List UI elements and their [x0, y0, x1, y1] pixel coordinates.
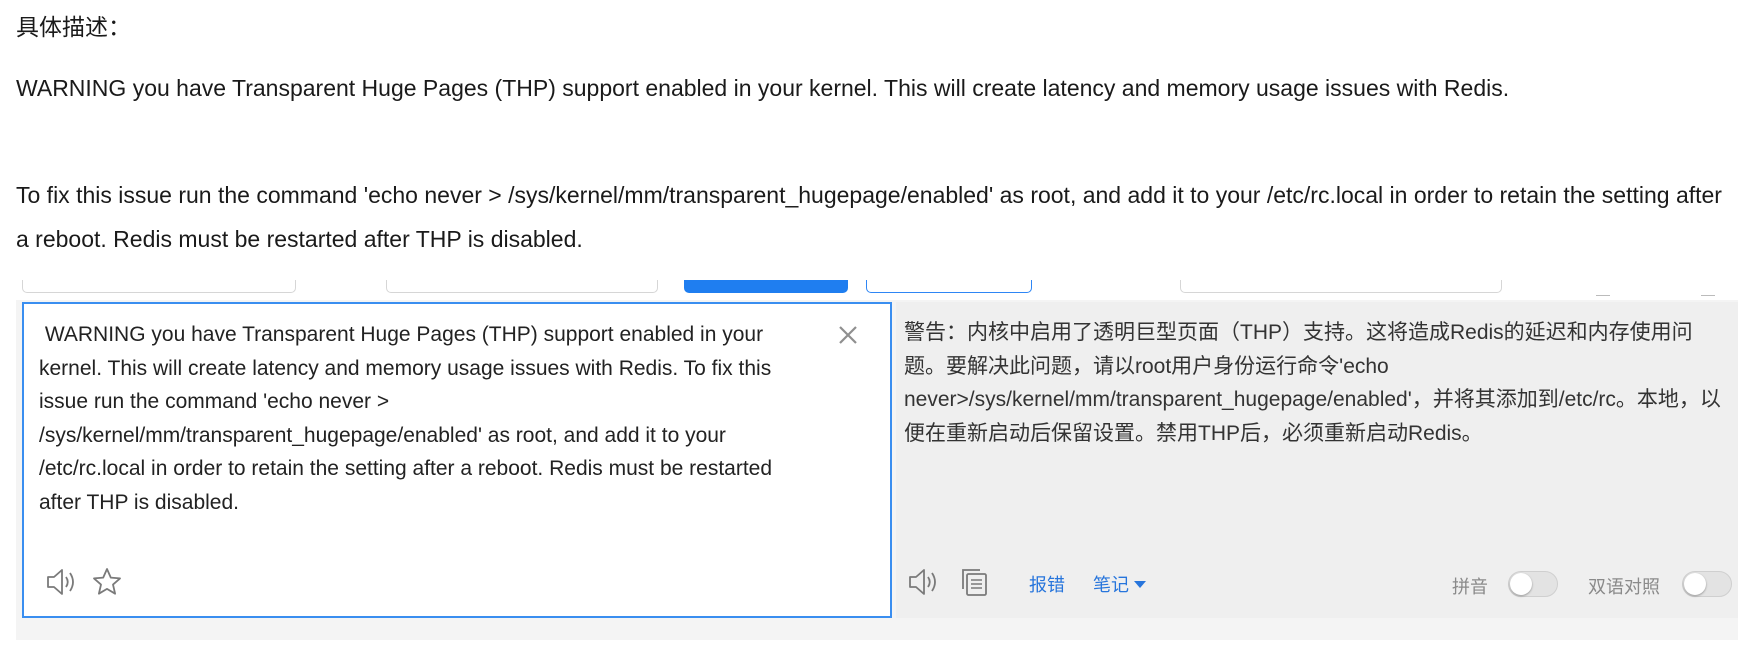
tab-2[interactable] — [386, 280, 658, 293]
copy-icon[interactable] — [958, 565, 992, 599]
pinyin-toggle-knob — [1510, 573, 1532, 595]
caret-down-icon — [1134, 581, 1146, 588]
description-label: 具体描述： — [16, 14, 131, 40]
tab-4[interactable] — [866, 280, 1032, 293]
star-icon[interactable] — [90, 565, 124, 599]
source-text-area[interactable]: WARNING you have Transparent Huge Pages … — [22, 302, 892, 618]
close-icon[interactable] — [837, 324, 859, 346]
bilingual-toggle[interactable] — [1682, 571, 1732, 597]
tab-1[interactable] — [22, 280, 296, 293]
toolbar-mark-1 — [1596, 285, 1610, 296]
bilingual-toggle-knob — [1684, 573, 1706, 595]
translation-pane: 警告：内核中启用了透明巨型页面（THP）支持。这将造成Redis的延迟和内存使用… — [896, 302, 1738, 618]
warning-paragraph: WARNING you have Transparent Huge Pages … — [16, 75, 1510, 101]
tab-5[interactable] — [1180, 280, 1502, 293]
toolbar-strip — [16, 280, 1738, 300]
report-error-button[interactable]: 报错 — [1029, 571, 1065, 597]
notes-label: 笔记 — [1093, 575, 1129, 595]
fix-paragraph: To fix this issue run the command 'echo … — [16, 182, 1722, 252]
bilingual-label: 双语对照 — [1588, 577, 1660, 597]
speaker-icon[interactable] — [44, 565, 78, 599]
notes-dropdown-button[interactable]: 笔记 — [1093, 571, 1146, 597]
translator-widget: WARNING you have Transparent Huge Pages … — [16, 280, 1738, 640]
toolbar-mark-2 — [1701, 285, 1715, 296]
source-text[interactable]: WARNING you have Transparent Huge Pages … — [39, 318, 817, 519]
pinyin-toggle[interactable] — [1508, 571, 1558, 597]
tab-active[interactable] — [684, 280, 848, 293]
translation-text: 警告：内核中启用了透明巨型页面（THP）支持。这将造成Redis的延迟和内存使用… — [904, 321, 1721, 445]
speaker-icon[interactable] — [906, 565, 940, 599]
pinyin-label: 拼音 — [1452, 577, 1488, 597]
